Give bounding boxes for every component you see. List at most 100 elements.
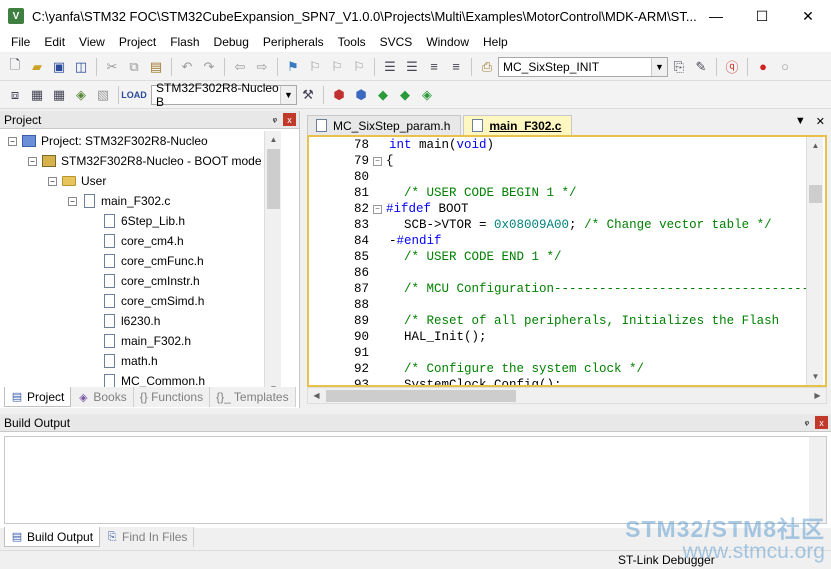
scroll-thumb[interactable] <box>809 185 822 203</box>
tab-books[interactable]: ◈ Books <box>71 387 134 407</box>
scroll-up-icon[interactable]: ▲ <box>265 131 282 148</box>
code-line[interactable]: 83 SCB->VTOR = 0x08009A00; /* Change vec… <box>309 217 825 233</box>
clear-bookmarks-icon[interactable]: ⚐ <box>349 57 369 77</box>
code-line[interactable]: 84 -#endif <box>309 233 825 249</box>
code-line[interactable]: 85 /* USER CODE END 1 */ <box>309 249 825 265</box>
tab-functions[interactable]: {} Functions <box>134 387 211 407</box>
menu-flash[interactable]: Flash <box>163 35 206 49</box>
redo-icon[interactable]: ↷ <box>199 57 219 77</box>
component-icon[interactable]: ◈ <box>417 85 437 105</box>
editor-tab-main-c[interactable]: main_F302.c <box>463 115 573 135</box>
collapse-icon[interactable]: − <box>68 196 77 206</box>
menu-debug[interactable]: Debug <box>207 35 256 49</box>
copy-icon[interactable]: ⧉ <box>124 57 144 77</box>
scroll-thumb[interactable] <box>326 390 516 402</box>
scroll-thumb[interactable] <box>267 149 280 209</box>
tab-project[interactable]: ▤ Project <box>4 387 72 407</box>
menu-svcs[interactable]: SVCS <box>373 35 420 49</box>
menu-window[interactable]: Window <box>419 35 476 49</box>
fold-toggle-icon[interactable]: − <box>373 156 382 166</box>
unindent-icon[interactable]: ☰ <box>402 57 422 77</box>
menu-peripherals[interactable]: Peripherals <box>256 35 331 49</box>
indent-icon[interactable]: ☰ <box>380 57 400 77</box>
find-in-files-icon[interactable]: ⎙ <box>477 57 497 77</box>
build-icon[interactable]: ▦ <box>27 85 47 105</box>
save-icon[interactable]: ▣ <box>49 57 69 77</box>
manage-runtime-icon[interactable]: ◆ <box>373 85 393 105</box>
tree-item-user-folder[interactable]: − User <box>48 171 106 191</box>
tree-item-file[interactable]: core_cmSimd.h <box>101 291 204 311</box>
tree-item-file[interactable]: math.h <box>101 351 158 371</box>
tab-find-in-files[interactable]: ⎘ Find In Files <box>100 527 195 547</box>
code-line[interactable]: 81 /* USER CODE BEGIN 1 */ <box>309 185 825 201</box>
manage-project-icon[interactable]: ⬢ <box>329 85 349 105</box>
close-tab-icon[interactable]: ✕ <box>816 115 825 128</box>
build-output-scrollbar[interactable] <box>809 437 826 523</box>
editor-tab-param-h[interactable]: MC_SixStep_param.h <box>307 115 462 135</box>
code-line[interactable]: 90 HAL_Init(); <box>309 329 825 345</box>
editor-hscrollbar[interactable]: ◀ ▶ <box>307 387 827 404</box>
paste-icon[interactable]: ▤ <box>146 57 166 77</box>
menu-project[interactable]: Project <box>112 35 163 49</box>
save-all-icon[interactable]: ◫ <box>71 57 91 77</box>
code-line[interactable]: 89 /* Reset of all peripherals, Initiali… <box>309 313 825 329</box>
code-line[interactable]: 93 SystemClock_Config(); <box>309 377 825 385</box>
download-icon[interactable]: LOAD <box>121 85 147 105</box>
tree-item-project[interactable]: − Project: STM32F302R8-Nucleo <box>8 131 208 151</box>
target-options-icon[interactable]: ⚒ <box>298 85 318 105</box>
menu-help[interactable]: Help <box>476 35 515 49</box>
cut-icon[interactable]: ✂ <box>102 57 122 77</box>
batch-build-icon[interactable]: ◈ <box>71 85 91 105</box>
scroll-left-icon[interactable]: ◀ <box>308 388 325 403</box>
disable-breakpoint-icon[interactable]: ○ <box>775 57 795 77</box>
tree-item-file[interactable]: 6Step_Lib.h <box>101 211 185 231</box>
collapse-icon[interactable]: − <box>8 136 17 146</box>
code-line[interactable]: 82− #ifdef BOOT <box>309 201 825 217</box>
tree-item-file[interactable]: core_cmFunc.h <box>101 251 204 271</box>
undo-icon[interactable]: ↶ <box>177 57 197 77</box>
collapse-icon[interactable]: − <box>28 156 37 166</box>
menu-file[interactable]: File <box>4 35 37 49</box>
tab-build-output[interactable]: ▤ Build Output <box>4 527 101 547</box>
tree-item-file[interactable]: core_cm4.h <box>101 231 184 251</box>
scroll-up-icon[interactable]: ▲ <box>807 137 824 154</box>
fold-toggle-icon[interactable]: − <box>373 204 382 214</box>
chevron-down-icon[interactable]: ▼ <box>280 85 296 104</box>
code-line[interactable]: 80 <box>309 169 825 185</box>
code-line[interactable]: 79−{ <box>309 153 825 169</box>
target-combo[interactable]: STM32F302R8-Nucleo - B ▼ <box>151 81 297 109</box>
pin-icon[interactable]: ᵩ <box>273 113 277 124</box>
tab-list-icon[interactable]: ▼ <box>795 115 806 128</box>
pin-icon[interactable]: ᵩ <box>805 416 809 427</box>
tree-item-file[interactable]: l6230.h <box>101 311 160 331</box>
tree-item-file[interactable]: core_cmInstr.h <box>101 271 200 291</box>
close-icon[interactable]: x <box>815 416 828 429</box>
collapse-icon[interactable]: − <box>48 176 57 186</box>
menu-edit[interactable]: Edit <box>37 35 72 49</box>
translate-icon[interactable]: ⧈ <box>5 85 25 105</box>
debug-start-icon[interactable]: ⓠ <box>722 57 742 77</box>
scroll-right-icon[interactable]: ▶ <box>809 388 826 403</box>
incremental-find-icon[interactable]: ⎘ <box>669 57 689 77</box>
tree-item-target[interactable]: − STM32F302R8-Nucleo - BOOT mode <box>28 151 262 171</box>
minimize-button[interactable]: — <box>693 0 739 32</box>
scroll-down-icon[interactable]: ▼ <box>807 368 824 385</box>
code-line[interactable]: 86 <box>309 265 825 281</box>
chevron-down-icon[interactable]: ▼ <box>651 57 667 76</box>
tab-templates[interactable]: {}_ Templates <box>210 387 296 407</box>
prev-bookmark-icon[interactable]: ⚐ <box>305 57 325 77</box>
code-line[interactable]: 88 <box>309 297 825 313</box>
comment-icon[interactable]: ≡ <box>424 57 444 77</box>
stop-build-icon[interactable]: ▧ <box>93 85 113 105</box>
open-folder-icon[interactable]: ▰ <box>27 57 47 77</box>
new-file-icon[interactable]: 🗋 <box>5 57 25 77</box>
code-line[interactable]: 87 /* MCU Configuration-----------------… <box>309 281 825 297</box>
configure-icon[interactable]: ✎ <box>691 57 711 77</box>
function-combo[interactable]: MC_SixStep_INIT ▼ <box>498 56 668 77</box>
next-bookmark-icon[interactable]: ⚐ <box>327 57 347 77</box>
build-output-text[interactable] <box>4 436 827 524</box>
breakpoint-icon[interactable]: ● <box>753 57 773 77</box>
tree-item-main-c[interactable]: − main_F302.c <box>68 191 170 211</box>
code-line[interactable]: 91 <box>309 345 825 361</box>
project-tree-scrollbar[interactable]: ▲ ▼ <box>264 131 281 397</box>
